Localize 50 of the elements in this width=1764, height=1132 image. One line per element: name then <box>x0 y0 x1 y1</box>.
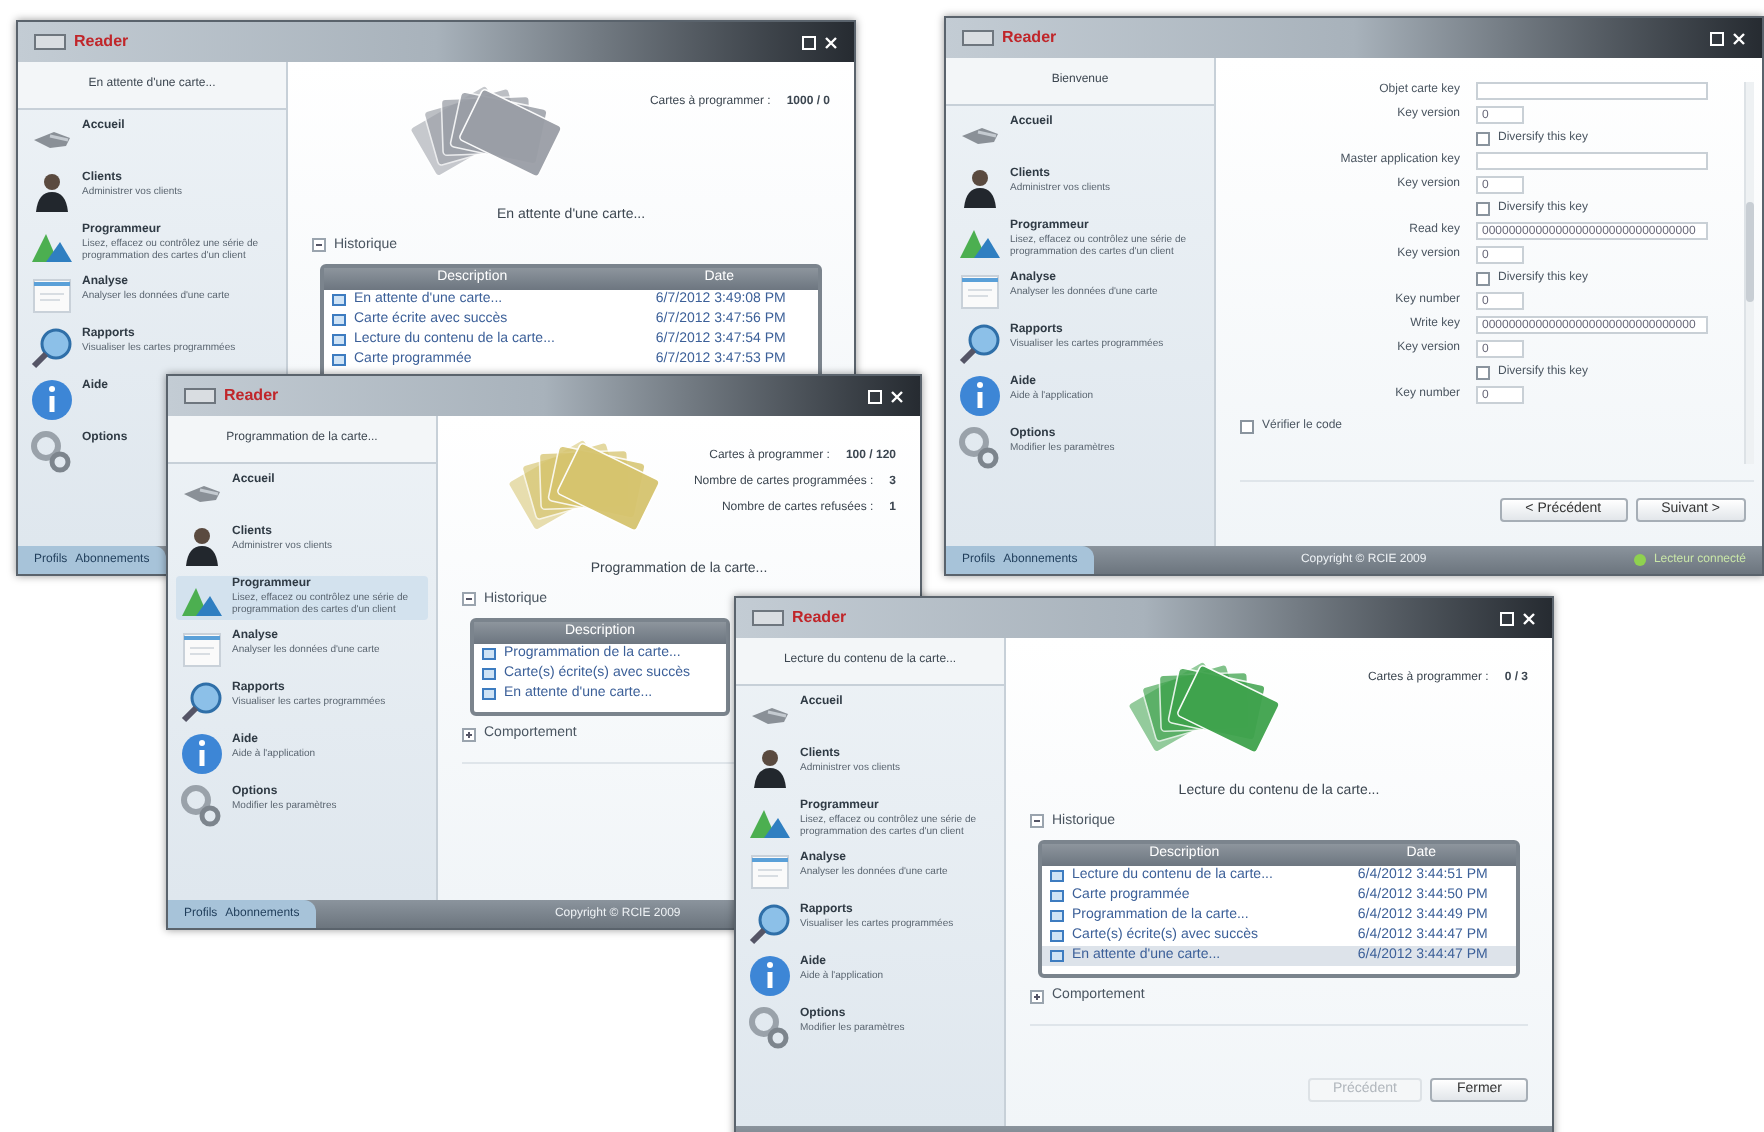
maximize-icon[interactable] <box>802 35 816 49</box>
person-icon <box>958 166 1002 210</box>
collapse-toggle[interactable] <box>462 592 476 607</box>
magnifier-icon <box>958 322 1002 366</box>
logo-icon <box>962 30 994 46</box>
gears-icon <box>180 784 224 828</box>
magnifier-icon <box>748 902 792 946</box>
checkbox[interactable] <box>1476 131 1490 145</box>
expand-toggle[interactable] <box>462 727 476 742</box>
logo-icon <box>34 34 66 50</box>
person-icon <box>30 170 74 214</box>
checkbox[interactable] <box>1476 201 1490 215</box>
document-icon <box>30 274 74 318</box>
checkbox[interactable] <box>1240 420 1254 434</box>
gears-icon <box>958 426 1002 470</box>
collapse-toggle[interactable] <box>1030 814 1044 829</box>
info-icon <box>958 374 1002 418</box>
checkbox[interactable] <box>1476 365 1490 379</box>
maximize-icon[interactable] <box>1710 31 1724 45</box>
logo-icon <box>752 610 784 626</box>
person-icon <box>180 524 224 568</box>
app-logo: Reader <box>224 384 279 408</box>
info-icon <box>748 954 792 998</box>
checkbox[interactable] <box>1476 271 1490 285</box>
person-icon <box>748 746 792 790</box>
close-icon[interactable] <box>824 35 838 49</box>
app-logo: Reader <box>74 30 129 54</box>
app-logo: Reader <box>1002 26 1057 50</box>
close-icon[interactable] <box>890 389 904 403</box>
document-icon <box>958 270 1002 314</box>
close-icon[interactable] <box>1522 611 1536 625</box>
close-icon[interactable] <box>1732 31 1746 45</box>
expand-toggle[interactable] <box>1030 989 1044 1004</box>
magnifier-icon <box>30 326 74 370</box>
maximize-icon[interactable] <box>868 389 882 403</box>
connected-icon <box>1633 554 1646 566</box>
gears-icon <box>30 430 74 474</box>
maximize-icon[interactable] <box>1500 611 1514 625</box>
info-icon <box>180 732 224 776</box>
input-field[interactable] <box>1476 152 1708 170</box>
scrollbar[interactable] <box>1744 82 1754 464</box>
logo-icon <box>184 388 216 404</box>
document-icon <box>180 628 224 672</box>
app-logo: Reader <box>792 606 847 630</box>
input-field[interactable] <box>1476 82 1708 100</box>
collapse-toggle[interactable] <box>312 238 326 253</box>
document-icon <box>748 850 792 894</box>
info-icon <box>30 378 74 422</box>
gears-icon <box>748 1006 792 1050</box>
magnifier-icon <box>180 680 224 724</box>
